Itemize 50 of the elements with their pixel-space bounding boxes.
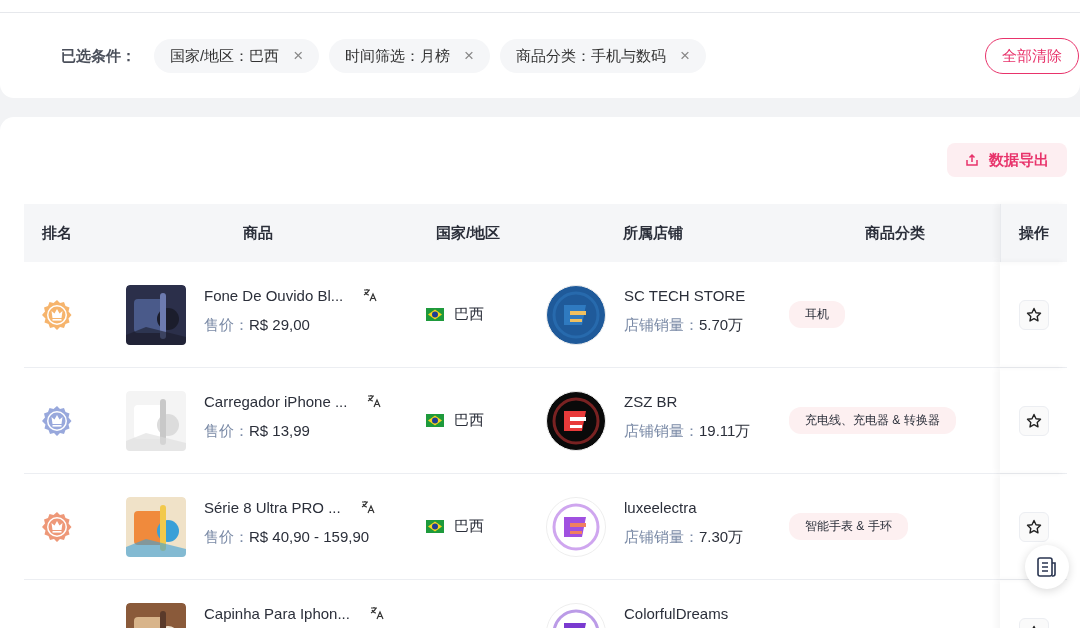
- column-header: 商品分类: [864, 223, 925, 243]
- translate-icon[interactable]: [363, 288, 378, 302]
- filter-chip[interactable]: 时间筛选：月榜 ×: [329, 39, 491, 73]
- column-header: 操作: [1019, 223, 1049, 243]
- filter-chip[interactable]: 国家/地区：巴西 ×: [154, 39, 320, 73]
- store-sales-text: 店铺销量：7.30万: [624, 527, 744, 547]
- column-header: 所属店铺: [623, 223, 683, 243]
- translate-icon[interactable]: [360, 500, 375, 514]
- price-text: 售价：R$ 29,00: [204, 315, 311, 335]
- store-name[interactable]: SC TECH STORE: [624, 286, 746, 304]
- category-tag: 智能手表 & 手环: [789, 513, 908, 540]
- favorite-button[interactable]: [1018, 299, 1049, 330]
- export-button[interactable]: 数据导出: [947, 143, 1067, 177]
- country-name: 巴西: [454, 305, 484, 324]
- document-icon: [1035, 555, 1059, 579]
- product-name[interactable]: Carregador iPhone ...: [204, 392, 348, 410]
- favorite-button[interactable]: [1018, 405, 1049, 436]
- translate-icon[interactable]: [367, 394, 382, 408]
- store-name[interactable]: luxeelectra: [624, 498, 744, 516]
- category-tag: 耳机: [789, 301, 845, 328]
- store-sales-text: 店铺销量：5.70万: [624, 315, 745, 335]
- filter-text: 国家/地区：巴西: [170, 46, 280, 66]
- star-icon: [1025, 518, 1042, 535]
- price-text: 售价：R$ 13,99: [204, 421, 311, 441]
- favorite-button[interactable]: [1018, 511, 1049, 542]
- country-name: 巴西: [454, 517, 484, 536]
- column-header: 商品: [243, 223, 273, 243]
- category-tag: 充电线、充电器 & 转换器: [789, 407, 956, 434]
- store-name[interactable]: ZSZ BR: [624, 392, 751, 410]
- flag-icon: [426, 308, 444, 321]
- price-text: 售价：R$ 40,90 - 159,90: [204, 527, 371, 547]
- column-header: 排名: [42, 223, 72, 243]
- filter-label: 已选条件：: [61, 46, 136, 66]
- product-name[interactable]: Capinha Para Iphon...: [204, 604, 350, 622]
- column-header: 国家/地区: [435, 223, 501, 243]
- filter-text: 商品分类：手机与数码: [516, 46, 667, 66]
- product-name[interactable]: Série 8 Ultra PRO ...: [204, 498, 341, 516]
- flag-icon: [426, 414, 444, 427]
- filter-text: 时间筛选：月榜: [345, 46, 451, 66]
- flag-icon: [426, 520, 444, 533]
- star-icon: [1025, 306, 1042, 323]
- upload-icon: [965, 153, 979, 167]
- star-icon: [1025, 412, 1042, 429]
- store-sales-text: 店铺销量：19.11万: [624, 421, 751, 441]
- translate-icon[interactable]: [369, 606, 384, 620]
- product-name[interactable]: Fone De Ouvido Bl...: [204, 286, 344, 304]
- store-name[interactable]: ColorfulDreams: [624, 604, 729, 622]
- clear-all-button[interactable]: 全部清除: [985, 38, 1079, 74]
- filter-chip[interactable]: 商品分类：手机与数码 ×: [500, 39, 706, 73]
- country-name: 巴西: [454, 411, 484, 430]
